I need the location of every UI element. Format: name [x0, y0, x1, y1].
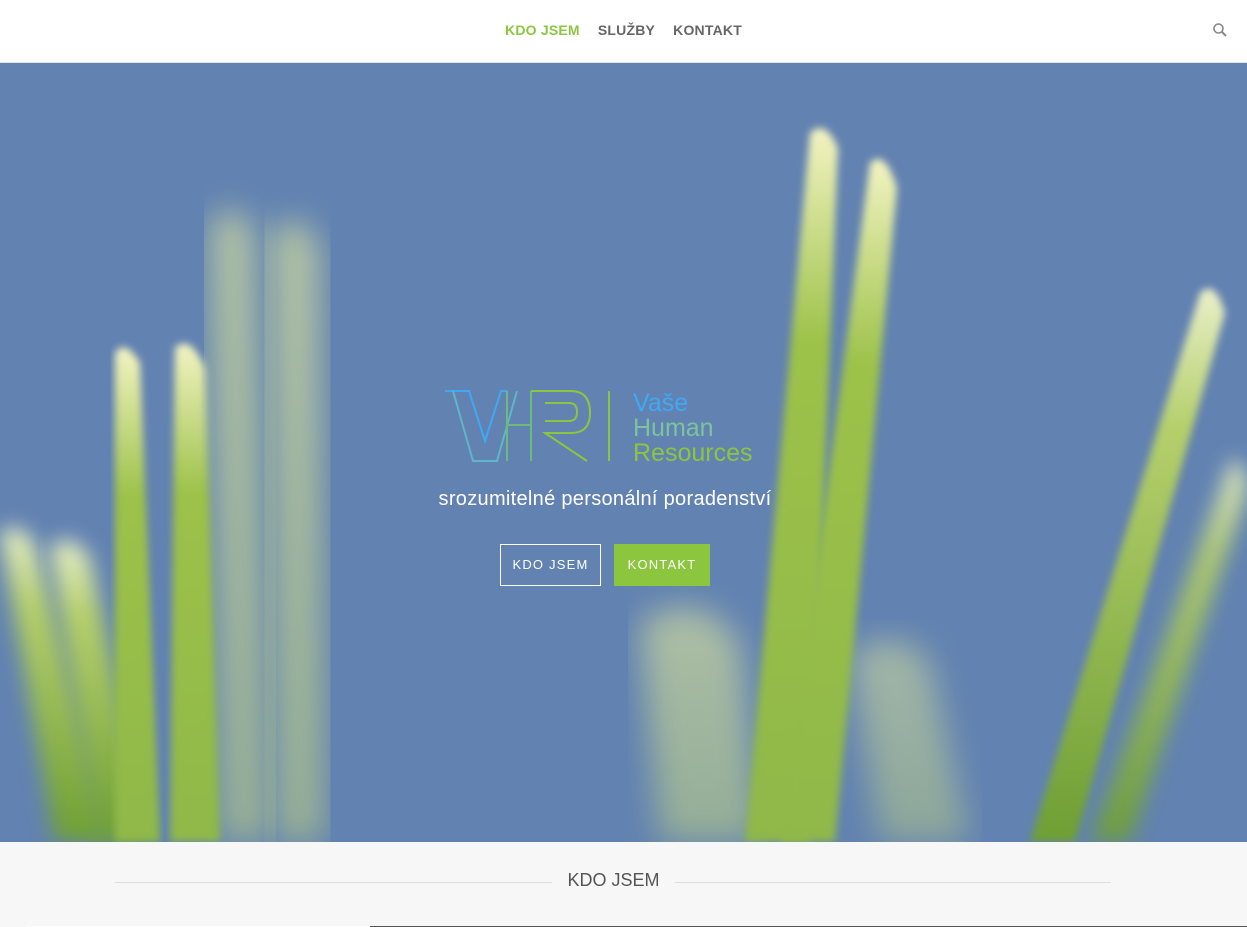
- search-icon[interactable]: [1212, 22, 1228, 38]
- kdo-jsem-section: KDO JSEM: [0, 842, 1247, 927]
- logo-text-vase: Vaše: [633, 389, 688, 417]
- hero-section: Vaše Human Resources srozumitelné person…: [0, 63, 1247, 842]
- logo-text-resources: Resources: [633, 439, 753, 467]
- vhr-logo: Vaše Human Resources: [445, 389, 753, 467]
- section-title: KDO JSEM: [567, 870, 660, 890]
- hero-tagline: srozumitelné personální poradenství: [438, 488, 772, 510]
- nav-item-sluzby[interactable]: SLUŽBY: [598, 22, 655, 38]
- kontakt-button[interactable]: KONTAKT: [614, 544, 710, 586]
- nav-item-kontakt[interactable]: KONTAKT: [673, 22, 742, 38]
- nav-item-kdo-jsem[interactable]: KDO JSEM: [505, 22, 580, 38]
- kdo-jsem-button[interactable]: KDO JSEM: [500, 544, 601, 586]
- logo-text-human: Human: [633, 414, 714, 442]
- top-navigation-bar: KDO JSEM SLUŽBY KONTAKT: [0, 0, 1247, 63]
- main-nav: KDO JSEM SLUŽBY KONTAKT: [0, 22, 1247, 38]
